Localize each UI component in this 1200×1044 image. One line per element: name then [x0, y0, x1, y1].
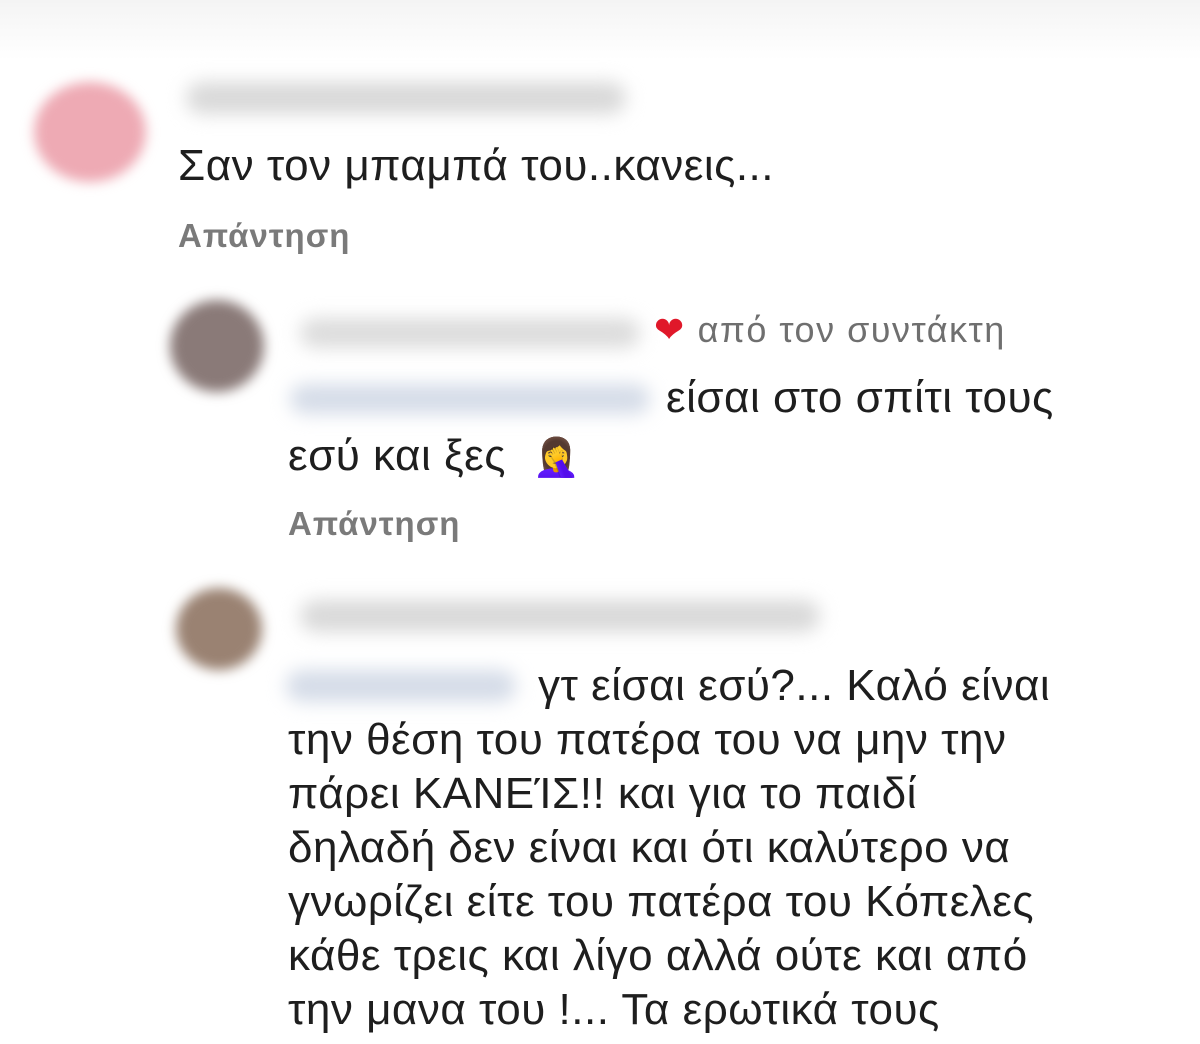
username-blurred[interactable] [300, 600, 820, 632]
facepalm-emoji: 🤦‍♀️ [532, 437, 581, 479]
liked-by-author-badge: ❤ από τον συντάκτη [654, 308, 1006, 352]
avatar[interactable] [170, 300, 264, 392]
username-blurred[interactable] [186, 82, 626, 114]
top-edge [0, 0, 1200, 60]
comment-text-line-6: κάθε τρεις και λίγο αλλά ούτε και από [288, 931, 1028, 980]
reply-button[interactable]: Απάντηση [288, 504, 460, 544]
mention-blurred[interactable] [286, 670, 516, 702]
liked-by-author-label: από τον συντάκτη [697, 309, 1006, 350]
comment-text-line-2-text: εσύ και ξες [288, 431, 506, 480]
avatar[interactable] [176, 588, 262, 670]
comment-text-line-3: πάρει ΚΑΝΕΊΣ!! και για το παιδί [288, 769, 917, 818]
comment-text-line-1: γτ είσαι εσύ?... Καλό είναι [538, 661, 1051, 710]
comment-text-line-5: γνωρίζει είτε του πατέρα του Κόπελες [288, 877, 1035, 926]
avatar[interactable] [34, 82, 146, 182]
reply-button[interactable]: Απάντηση [178, 216, 350, 256]
comment-text-line-2: εσύ και ξες 🤦‍♀️ [288, 430, 581, 484]
comment-text: Σαν τον μπαμπά του..κανεις... [178, 141, 774, 190]
username-blurred[interactable] [300, 318, 640, 348]
heart-icon: ❤ [654, 309, 686, 350]
comment-text-line-4: δηλαδή δεν είναι και ότι καλύτερο να [288, 823, 1011, 872]
comment-text-line-1: είσαι στο σπίτι τους [666, 373, 1054, 422]
comment-text-line-7: την μανα του !... Τα ερωτικά τους [288, 985, 940, 1034]
comment-text-line-2: την θέση του πατέρα του να μην την [288, 715, 1007, 764]
mention-blurred[interactable] [290, 384, 650, 414]
